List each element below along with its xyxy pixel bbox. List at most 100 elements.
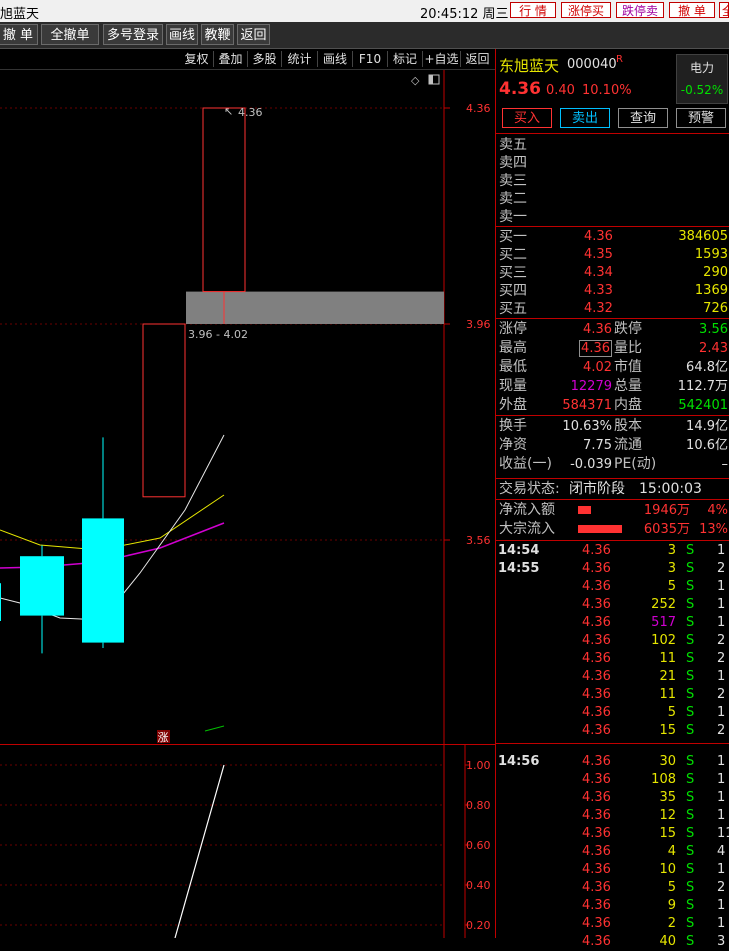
more-button[interactable]: 全 [719, 2, 729, 18]
adjust-button[interactable]: 复权 [180, 51, 214, 67]
f10-button[interactable]: F10 [353, 51, 388, 67]
indicator-axis: 1.00 0.80 0.60 0.40 0.20 [465, 759, 491, 932]
sector-name: 电力 [689, 61, 714, 75]
pointer-button[interactable]: 教鞭 [201, 24, 234, 45]
sell-level-row[interactable]: 卖四 [496, 154, 729, 172]
mark-button[interactable]: 标记 [388, 51, 423, 67]
sell-level-label: 卖三 [499, 173, 527, 189]
tick-row[interactable]: 4.36 252 S 1 [496, 596, 729, 614]
limit-up-buy-button[interactable]: 涨停买 [561, 2, 611, 18]
buy-level-row[interactable]: 买二 4.35 1593 [496, 246, 729, 264]
tick-volume: 11 [659, 651, 676, 666]
buy-button[interactable]: 买入 [502, 108, 552, 128]
cancel-order-button[interactable]: 撤 单 [669, 2, 715, 18]
tick-row[interactable]: 4.36 11 S 2 [496, 686, 729, 704]
tick-price: 4.36 [582, 772, 611, 787]
buy-level-row[interactable]: 买四 4.33 1369 [496, 282, 729, 300]
sell-button[interactable]: 卖出 [560, 108, 610, 128]
limit-down-sell-button[interactable]: 跌停卖 [616, 2, 664, 18]
stat-row: 最高 4.36 量比 2.43 [496, 339, 729, 358]
tick-volume: 517 [651, 615, 676, 630]
tick-row[interactable]: 4.36 4 S 4 [496, 843, 729, 861]
back-button[interactable]: 返回 [237, 24, 270, 45]
tick-row[interactable]: 4.36 12 S 1 [496, 807, 729, 825]
tick-row[interactable]: 4.36 11 S 2 [496, 650, 729, 668]
sector-box[interactable]: 电力 -0.52% [676, 54, 728, 104]
candle-body[interactable] [20, 556, 64, 616]
candle-body[interactable] [142, 323, 186, 498]
stats-button[interactable]: 统计 [282, 51, 318, 67]
toolbar: 撤 单 全撤单 多号登录 画线 教鞭 返回 [0, 22, 729, 49]
sell-level-row[interactable]: 卖一 [496, 208, 729, 226]
stock-name: 东旭蓝天 [499, 57, 560, 75]
query-button[interactable]: 查询 [618, 108, 668, 128]
divider [496, 318, 729, 319]
overlay-button[interactable]: 叠加 [214, 51, 248, 67]
title-bar: 旭蓝天 20:45:12 周三 行 情 涨停买 跌停卖 撤 单 全 [0, 0, 729, 23]
tick-row[interactable]: 4.36 5 S 2 [496, 879, 729, 897]
fund-flow-label: 净流入额 [499, 502, 555, 518]
tick-side: S [686, 880, 695, 895]
tick-count: 1 [717, 669, 726, 684]
tick-row[interactable]: 4.36 10 S 1 [496, 861, 729, 879]
tick-row[interactable]: 4.36 517 S 1 [496, 614, 729, 632]
fund-flow-value: 6035万 [643, 522, 690, 537]
tick-row[interactable]: 4.36 2 S 1 [496, 915, 729, 933]
tick-row[interactable]: 14:54 4.36 3 S 1 [496, 542, 729, 560]
buy-level-row[interactable]: 买三 4.34 290 [496, 264, 729, 282]
tick-row[interactable]: 4.36 15 S 11 [496, 825, 729, 843]
chart-back-button[interactable]: 返回 [461, 51, 494, 67]
tick-volume: 3 [667, 543, 676, 558]
sell-level-row[interactable]: 卖二 [496, 190, 729, 208]
tick-side: S [686, 615, 695, 630]
chart-draw-button[interactable]: 画线 [318, 51, 353, 67]
diamond-icon[interactable]: ◇ [411, 74, 420, 87]
tick-row[interactable]: 4.36 102 S 2 [496, 632, 729, 650]
alert-button[interactable]: 预警 [676, 108, 726, 128]
sell-level-row[interactable]: 卖三 [496, 172, 729, 190]
multi-login-button[interactable]: 多号登录 [103, 24, 163, 45]
candle-body[interactable] [82, 518, 124, 643]
buy-level-row[interactable]: 买五 4.32 726 [496, 300, 729, 318]
tick-count: 1 [717, 579, 726, 594]
tick-row[interactable]: 4.36 5 S 1 [496, 578, 729, 596]
tick-count: 2 [717, 723, 726, 738]
buy-level-volume: 290 [703, 265, 728, 280]
tick-row[interactable]: 4.36 40 S 3 [496, 933, 729, 951]
draw-line-button[interactable]: 画线 [166, 24, 198, 45]
tick-row[interactable]: 4.36 35 S 1 [496, 789, 729, 807]
cancel-button[interactable]: 撤 单 [0, 24, 38, 45]
add-watchlist-button[interactable]: +自选 [423, 51, 461, 67]
sell-level-label: 卖二 [499, 191, 527, 207]
fund-flow-bar [578, 525, 622, 533]
tick-row[interactable]: 4.36 15 S 2 [496, 722, 729, 740]
price-change: 0.40 [546, 83, 575, 98]
candle-body[interactable] [0, 583, 1, 621]
tick-row[interactable]: 4.36 108 S 1 [496, 771, 729, 789]
tick-row[interactable]: 4.36 5 S 1 [496, 704, 729, 722]
stat-value: 112.7万 [677, 379, 728, 394]
buy-level-row[interactable]: 买一 4.36 384605 [496, 228, 729, 246]
candle-body[interactable] [202, 107, 246, 293]
fundamental-row: 净资 7.75 流通 10.6亿 [496, 436, 729, 455]
window-title: 旭蓝天 [0, 7, 40, 22]
chart-area[interactable]: ◇ 4.36 3.96 3.56 ↖ 4.36 3.96 - 4.02 涨 1.00… [0, 70, 495, 938]
sell-level-row[interactable]: 卖五 [496, 136, 729, 154]
tick-row[interactable]: 14:55 4.36 3 S 2 [496, 560, 729, 578]
tick-volume: 9 [667, 898, 676, 913]
tick-row[interactable]: 4.36 21 S 1 [496, 668, 729, 686]
stat-label: 现量 [499, 378, 527, 394]
indicator-line [174, 764, 225, 938]
cancel-all-button[interactable]: 全撤单 [41, 24, 99, 45]
small-green-mark [204, 725, 225, 732]
trade-status-row: 交易状态: 闭市阶段 15:00:03 [496, 480, 729, 500]
indicator-tick-label: 0.40 [466, 879, 491, 892]
tick-row[interactable]: 14:56 4.36 30 S 1 [496, 753, 729, 771]
tick-price: 4.36 [582, 633, 611, 648]
trade-status-value: 闭市阶段 [569, 481, 625, 497]
tick-row[interactable]: 4.36 9 S 1 [496, 897, 729, 915]
multi-stock-button[interactable]: 多股 [248, 51, 282, 67]
tick-side: S [686, 633, 695, 648]
price-axis: 4.36 3.96 3.56 [444, 102, 491, 547]
market-button[interactable]: 行 情 [510, 2, 556, 18]
